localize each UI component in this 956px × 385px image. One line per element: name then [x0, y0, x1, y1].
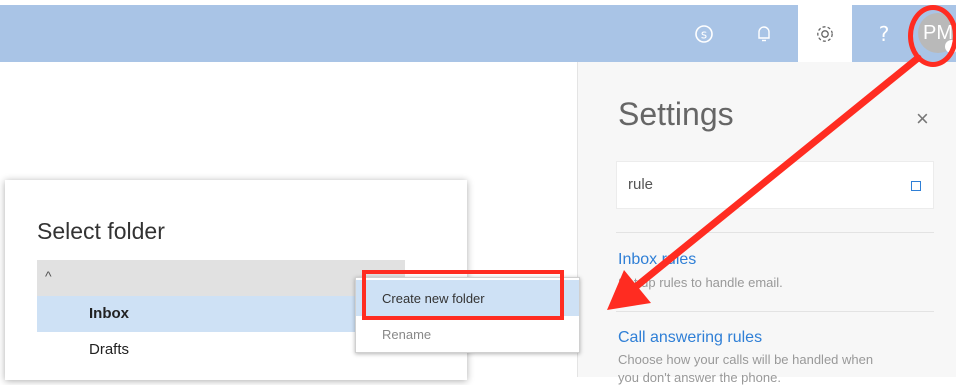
notifications-button[interactable] — [740, 5, 788, 62]
rename-menu-item[interactable]: Rename — [356, 316, 579, 352]
search-value: rule — [628, 176, 654, 193]
folder-item-inbox[interactable]: Inbox — [37, 296, 405, 332]
folder-context-menu: Create new folder Rename — [355, 277, 580, 353]
folder-label: Inbox — [89, 305, 129, 322]
call-answering-rules-description: Choose how your calls will be handled wh… — [618, 352, 874, 367]
presence-indicator — [945, 40, 956, 53]
help-icon: ? — [878, 21, 890, 46]
settings-search-input[interactable]: rule — [616, 161, 934, 209]
settings-title: Settings — [618, 96, 734, 132]
close-icon[interactable]: × — [916, 106, 929, 132]
skype-icon: s — [695, 24, 713, 43]
help-button[interactable]: ? — [860, 5, 908, 62]
settings-button[interactable] — [798, 5, 852, 62]
menu-item-label: Create new folder — [382, 291, 485, 306]
call-answering-rules-link[interactable]: Call answering rules — [618, 329, 762, 347]
menu-item-label: Rename — [382, 327, 432, 342]
folder-label: Drafts — [89, 341, 130, 358]
folder-item-drafts[interactable]: Drafts — [37, 332, 405, 368]
inbox-rules-description: Set up rules to handle email. — [618, 275, 783, 290]
inbox-rules-link[interactable]: Inbox rules — [618, 251, 696, 269]
skype-button[interactable]: s — [680, 5, 728, 62]
gear-icon — [817, 25, 833, 42]
svg-text:s: s — [701, 27, 707, 41]
call-answering-rules-description-line2: you don't answer the phone. — [618, 370, 781, 385]
search-clear-icon[interactable] — [911, 181, 921, 191]
create-new-folder-menu-item[interactable]: Create new folder — [356, 280, 579, 316]
collapse-caret-icon[interactable]: ^ — [45, 268, 52, 284]
divider — [616, 311, 934, 312]
bell-icon — [758, 25, 770, 41]
folder-group-header[interactable]: ^ — [37, 260, 405, 296]
dialog-title: Select folder — [37, 218, 165, 244]
divider — [616, 232, 934, 233]
settings-pane: Settings × rule Inbox rules Set up rules… — [577, 62, 956, 385]
top-bar: s ? — [0, 5, 956, 62]
